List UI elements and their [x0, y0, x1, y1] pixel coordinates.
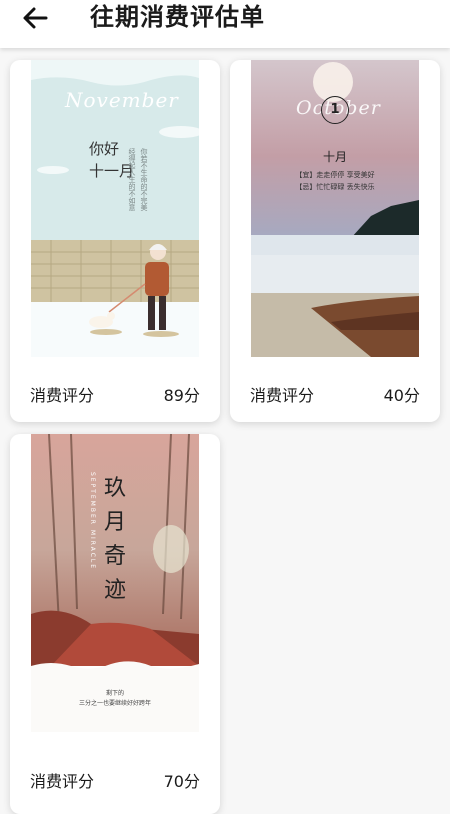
card-footer: 消费评分 40分 [230, 364, 440, 422]
poster-month-cn-1: 你好 [89, 140, 120, 158]
card-footer: 消费评分 89分 [10, 364, 220, 422]
card-footer: 消费评分 70分 [10, 736, 220, 814]
arrow-left-icon [23, 7, 48, 29]
back-button[interactable] [20, 3, 52, 35]
poster-image: 玖 月 奇 迹 SEPTEMBER MIRACLE 剩下的 三分之一也要继续好好… [31, 434, 199, 732]
report-grid: November 你好 十一月 你若不生命的不完美 经得起人生的不如意 消费评分… [0, 48, 450, 814]
rating-label: 消费评分 [30, 772, 95, 791]
report-card[interactable]: 玖 月 奇 迹 SEPTEMBER MIRACLE 剩下的 三分之一也要继续好好… [10, 434, 220, 814]
poster-title-char: 月 [104, 510, 127, 535]
poster-title-char: 迹 [104, 578, 127, 603]
poster-line-2: 【忌】忙忙碌碌 丢失快乐 [295, 183, 375, 191]
app-bar: 往期消费评估单 [0, 0, 450, 48]
poster-foot-2: 三分之一也要继续好好跨年 [78, 700, 151, 707]
report-card[interactable]: November 你好 十一月 你若不生命的不完美 经得起人生的不如意 消费评分… [10, 60, 220, 422]
poster-foot-1: 剩下的 [105, 690, 124, 697]
poster-month-en: November [65, 88, 179, 112]
poster-month-cn: 十月 [322, 150, 347, 164]
poster-title-char: 玖 [104, 476, 127, 501]
poster-title-char: 奇 [104, 544, 127, 569]
poster-image: November 你好 十一月 你若不生命的不完美 经得起人生的不如意 [31, 60, 199, 357]
poster-line-1: 【宜】走走停停 享受美好 [295, 171, 375, 179]
rating-score: 70分 [163, 772, 200, 791]
poster-day-badge: 1 [321, 96, 349, 124]
report-card[interactable]: October 1 十月 【宜】走走停停 享受美好 【忌】忙忙碌碌 丢失快乐 消… [230, 60, 440, 422]
rating-score: 89分 [163, 386, 200, 405]
poster-title-vertical: 玖 月 奇 迹 [104, 472, 126, 608]
rating-label: 消费评分 [250, 386, 315, 405]
rating-score: 40分 [383, 386, 420, 405]
poster-day: 1 [330, 102, 340, 117]
poster-image: October 1 十月 【宜】走走停停 享受美好 【忌】忙忙碌碌 丢失快乐 [251, 60, 419, 357]
poster-verse-2: 经得起人生的不如意 [128, 148, 136, 211]
rating-label: 消费评分 [30, 386, 95, 405]
poster-verse-1: 你若不生命的不完美 [140, 148, 148, 211]
poster-subtitle-en: SEPTEMBER MIRACLE [89, 472, 96, 571]
page-title: 往期消费评估单 [90, 3, 265, 31]
